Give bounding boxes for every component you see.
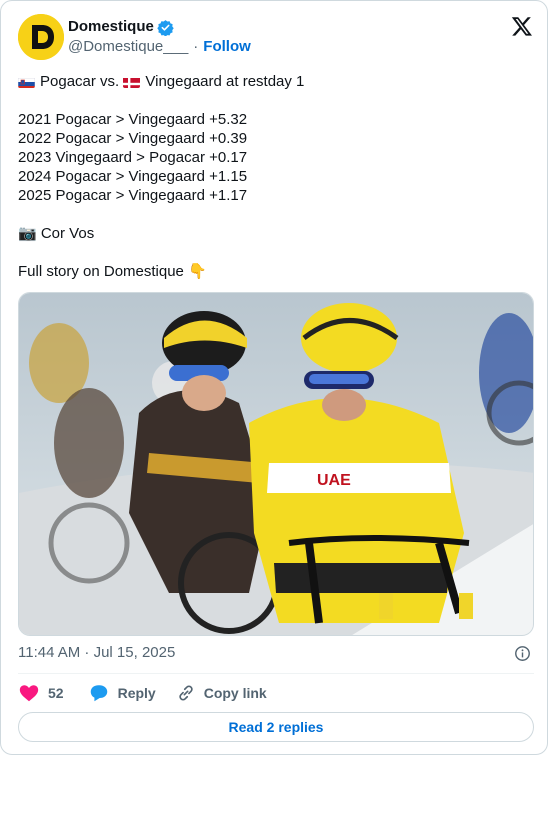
verified-badge-icon (157, 19, 174, 36)
like-count: 52 (48, 685, 64, 701)
author-handle[interactable]: @Domestique___ (68, 38, 188, 56)
svg-text:UAE: UAE (317, 472, 351, 489)
action-bar: 52 Reply Copy link (18, 682, 267, 704)
like-button[interactable]: 52 (18, 682, 64, 704)
tweet-photo[interactable]: UAE (18, 292, 534, 636)
info-icon[interactable] (514, 645, 531, 662)
heart-icon (19, 685, 39, 702)
divider (18, 673, 534, 674)
tweet-text: Pogacar vs. Vingegaard at restday 1 2021… (18, 72, 528, 281)
author-handle-row: @Domestique___ · Follow (68, 38, 251, 56)
follow-button[interactable]: Follow (203, 38, 251, 56)
denmark-flag-icon (123, 76, 141, 88)
tweet-timestamp[interactable]: 11:44 AM · Jul 15, 2025 (18, 644, 175, 662)
result-line: 2025 Pogacar > Vingegaard +1.17 (18, 187, 248, 204)
author-name-row: Domestique (68, 18, 174, 36)
result-line: 2021 Pogacar > Vingegaard +5.32 (18, 111, 248, 128)
tweet-line-1-a: Pogacar vs. (40, 73, 120, 90)
tweet-line-1: Pogacar vs. Vingegaard at restday 1 (18, 72, 528, 91)
copy-link-button[interactable]: Copy link (176, 683, 267, 703)
copy-link-label: Copy link (203, 685, 267, 701)
separator-dot: · (193, 38, 199, 55)
reply-label: Reply (117, 685, 156, 701)
reply-icon (90, 685, 107, 702)
slovenia-flag-icon (18, 76, 35, 88)
tweet-line-1-b: Vingegaard at restday 1 (145, 73, 305, 90)
read-replies-button[interactable]: Read 2 replies (18, 712, 534, 742)
photo-credit: 📷 Cor Vos (18, 225, 95, 242)
result-line: 2024 Pogacar > Vingegaard +1.15 (18, 168, 248, 185)
reply-button[interactable]: Reply (88, 682, 156, 704)
tweet-card: Domestique @Domestique___ · Follow Pogac… (0, 0, 548, 755)
full-story-cta: Full story on Domestique 👇 (18, 263, 207, 280)
x-logo-icon[interactable] (511, 15, 533, 37)
result-line: 2023 Vingegaard > Pogacar +0.17 (18, 149, 248, 166)
avatar[interactable] (18, 14, 64, 60)
author-name[interactable]: Domestique (68, 18, 154, 36)
link-icon (179, 685, 193, 701)
result-line: 2022 Pogacar > Vingegaard +0.39 (18, 130, 248, 147)
